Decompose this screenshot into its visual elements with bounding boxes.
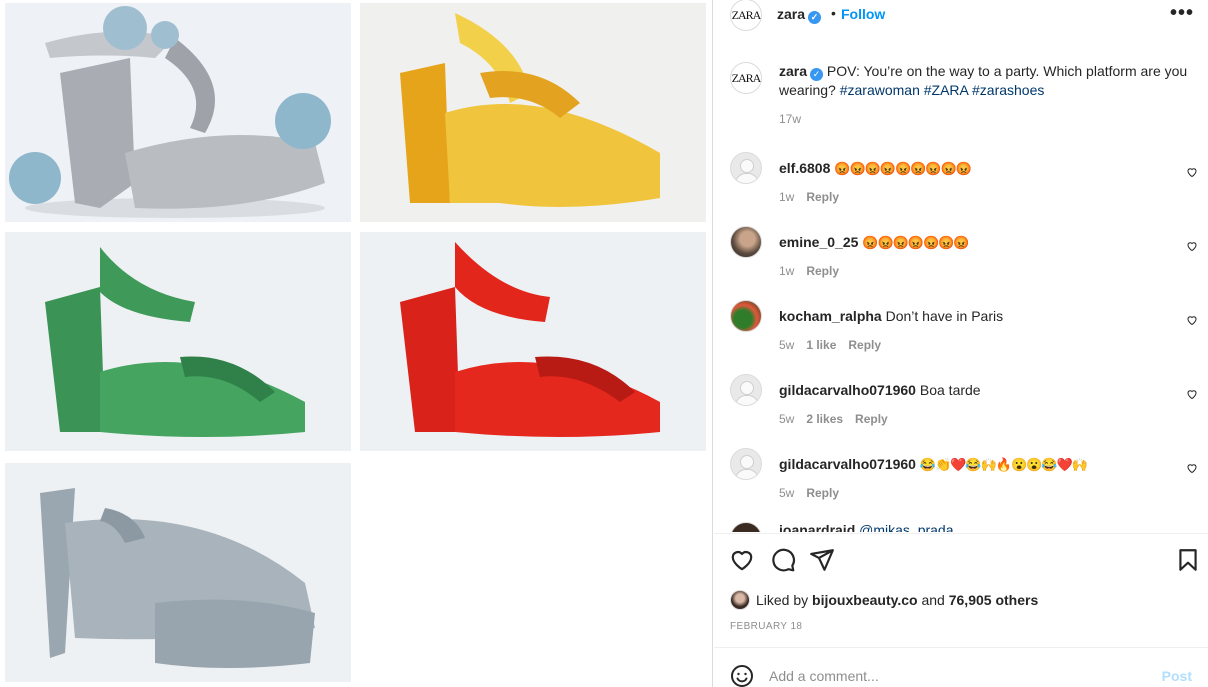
likes-others-count[interactable]: 76,905 others bbox=[949, 592, 1039, 608]
comment-item-partial: ioanardraid @mikas_prada bbox=[714, 516, 1208, 532]
comment-age[interactable]: 5w bbox=[779, 412, 794, 426]
comment-username[interactable]: kocham_ralpha bbox=[779, 308, 882, 324]
like-heart-icon[interactable] bbox=[729, 547, 755, 573]
post-media bbox=[0, 0, 713, 687]
comment-meta: 1w Reply bbox=[779, 264, 851, 278]
comment-likes[interactable]: 1 like bbox=[806, 338, 836, 352]
comment-avatar[interactable] bbox=[730, 374, 762, 406]
reply-button[interactable]: Reply bbox=[806, 190, 839, 204]
action-bar bbox=[714, 545, 1208, 577]
hashtag-zarashoes[interactable]: #zarashoes bbox=[972, 82, 1044, 98]
reply-button[interactable]: Reply bbox=[848, 338, 881, 352]
post-panel: ZARA zara ✓ • Follow ••• ZARA zara ✓ POV: … bbox=[714, 0, 1208, 687]
post-comment-button[interactable]: Post bbox=[1162, 668, 1192, 684]
comment-avatar[interactable] bbox=[730, 300, 762, 332]
follow-button[interactable]: Follow bbox=[841, 6, 885, 22]
comment-username[interactable]: elf.6808 bbox=[779, 160, 830, 176]
comment-item: emine_0_25 😡😡😡😡😡😡😡 1w Reply bbox=[714, 226, 1208, 298]
comment-age[interactable]: 5w bbox=[779, 338, 794, 352]
comment-item: elf.6808 😡😡😡😡😡😡😡😡😡 1w Reply bbox=[714, 152, 1208, 224]
comment-bubble-icon[interactable] bbox=[770, 547, 796, 573]
like-comment-heart-icon[interactable] bbox=[1186, 388, 1198, 400]
likes-prefix: Liked by bbox=[756, 592, 809, 608]
divider bbox=[714, 533, 1208, 534]
save-bookmark-icon[interactable] bbox=[1175, 547, 1201, 573]
emoji-smiley-icon[interactable] bbox=[730, 664, 754, 687]
likes-summary: Liked by bijouxbeauty.co and 76,905 othe… bbox=[730, 590, 1038, 610]
reply-button[interactable]: Reply bbox=[806, 486, 839, 500]
comment-age[interactable]: 5w bbox=[779, 486, 794, 500]
add-comment-bar: Post bbox=[714, 647, 1208, 687]
comment-item: kocham_ralpha Don’t have in Paris 5w 1 li… bbox=[714, 300, 1208, 372]
comment-text: 😂👏❤️😂🙌🔥😮😮😂❤️🙌 bbox=[919, 457, 1088, 472]
verified-badge-icon: ✓ bbox=[808, 11, 822, 24]
post-header: ZARA zara ✓ • Follow ••• bbox=[714, 0, 1208, 34]
share-paper-plane-icon[interactable] bbox=[809, 547, 835, 573]
comment-avatar[interactable] bbox=[730, 448, 762, 480]
comment-body: elf.6808 😡😡😡😡😡😡😡😡😡 bbox=[779, 160, 972, 177]
comment-avatar[interactable] bbox=[730, 522, 762, 532]
photo-red-sandal[interactable] bbox=[360, 232, 706, 451]
caption-username[interactable]: zara bbox=[779, 63, 807, 79]
photo-silver-glitter-sandal[interactable] bbox=[5, 3, 351, 222]
comment-age[interactable]: 1w bbox=[779, 190, 794, 204]
caption-zara-avatar[interactable]: ZARA bbox=[730, 62, 762, 94]
separator-dot: • bbox=[831, 5, 836, 21]
comment-username[interactable]: gildacarvalho071960 bbox=[779, 382, 916, 398]
comment-avatar[interactable] bbox=[730, 152, 762, 184]
comment-meta: 1w Reply bbox=[779, 190, 851, 204]
likes-middle: and bbox=[921, 592, 945, 608]
liker-username[interactable]: bijouxbeauty.co bbox=[812, 592, 918, 608]
hashtag-zarawoman[interactable]: #zarawoman bbox=[840, 82, 920, 98]
comment-mention[interactable]: @mikas_prada bbox=[859, 522, 953, 532]
red-sandal-image bbox=[360, 232, 706, 451]
like-comment-heart-icon[interactable] bbox=[1186, 462, 1198, 474]
comment-body: emine_0_25 😡😡😡😡😡😡😡 bbox=[779, 234, 970, 251]
comment-item: gildacarvalho071960 Boa tarde 5w 2 likes R… bbox=[714, 374, 1208, 446]
caption-age[interactable]: 17w bbox=[779, 112, 801, 126]
comment-username[interactable]: gildacarvalho071960 bbox=[779, 456, 916, 472]
more-options-icon[interactable]: ••• bbox=[1170, 2, 1194, 25]
comment-text: Don’t have in Paris bbox=[885, 308, 1004, 324]
comment-item: gildacarvalho071960 😂👏❤️😂🙌🔥😮😮😂❤️🙌 5w Repl… bbox=[714, 448, 1208, 520]
comment-body: kocham_ralpha Don’t have in Paris bbox=[779, 308, 1003, 324]
photo-green-sandal[interactable] bbox=[5, 232, 351, 451]
comment-body: gildacarvalho071960 Boa tarde bbox=[779, 382, 981, 398]
liker-avatar[interactable] bbox=[730, 590, 750, 610]
comment-meta: 5w 2 likes Reply bbox=[779, 412, 900, 426]
caption-text: zara ✓ POV: You’re on the way to a party.… bbox=[779, 62, 1194, 99]
like-comment-heart-icon[interactable] bbox=[1186, 240, 1198, 252]
like-comment-heart-icon[interactable] bbox=[1186, 314, 1198, 326]
reply-button[interactable]: Reply bbox=[855, 412, 888, 426]
zara-avatar[interactable]: ZARA bbox=[730, 0, 762, 31]
reply-button[interactable]: Reply bbox=[806, 264, 839, 278]
comment-username[interactable]: emine_0_25 bbox=[779, 234, 858, 250]
post-username[interactable]: zara ✓ bbox=[777, 6, 822, 24]
comment-age[interactable]: 1w bbox=[779, 264, 794, 278]
comment-meta: 5w 1 like Reply bbox=[779, 338, 893, 352]
photo-yellow-wax-sandal[interactable] bbox=[360, 3, 706, 222]
green-sandal-image bbox=[5, 232, 351, 451]
comment-text: 😡😡😡😡😡😡😡😡😡 bbox=[834, 161, 972, 176]
caption-verified-badge-icon: ✓ bbox=[810, 68, 824, 81]
silver-sandal-image bbox=[5, 3, 351, 222]
post-date[interactable]: FEBRUARY 18 bbox=[730, 621, 802, 632]
comment-username[interactable]: ioanardraid bbox=[779, 522, 855, 532]
hashtag-zara[interactable]: #ZARA bbox=[924, 82, 968, 98]
photo-grey-suede-mule[interactable] bbox=[5, 463, 351, 682]
add-comment-input[interactable] bbox=[769, 664, 1149, 687]
comment-text: 😡😡😡😡😡😡😡 bbox=[862, 235, 969, 250]
grey-mule-image bbox=[5, 463, 351, 682]
like-comment-heart-icon[interactable] bbox=[1186, 166, 1198, 178]
comment-avatar[interactable] bbox=[730, 226, 762, 258]
comment-meta: 5w Reply bbox=[779, 486, 851, 500]
comment-body: gildacarvalho071960 😂👏❤️😂🙌🔥😮😮😂❤️🙌 bbox=[779, 456, 1088, 473]
yellow-sandal-image bbox=[360, 3, 706, 222]
comment-text: Boa tarde bbox=[919, 382, 981, 398]
post-username-text[interactable]: zara bbox=[777, 6, 805, 22]
comment-body: ioanardraid @mikas_prada bbox=[779, 522, 954, 532]
comment-likes[interactable]: 2 likes bbox=[806, 412, 843, 426]
